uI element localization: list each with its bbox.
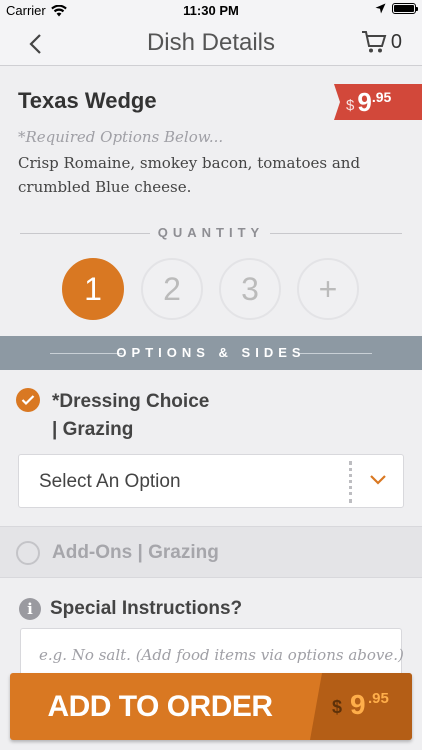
status-bar: Carrier 11:30 PM (0, 0, 422, 22)
order-price: $ 9 .95 (310, 673, 412, 740)
info-icon: i (19, 598, 41, 620)
quantity-option-2[interactable]: 2 (141, 258, 203, 320)
dressing-select[interactable]: Select An Option (18, 454, 404, 508)
quantity-more-button[interactable]: + (297, 258, 359, 320)
dish-name: Texas Wedge (18, 88, 157, 113)
page-title: Dish Details (146, 29, 276, 56)
battery-icon (392, 3, 418, 14)
addons-row[interactable]: Add-Ons | Grazing (0, 526, 422, 578)
order-price-whole: 9 (350, 689, 366, 720)
order-price-cents: .95 (368, 690, 389, 707)
nav-bar: Dish Details 0 (0, 22, 422, 66)
dish-description: Crisp Romaine, smokey bacon, tomatoes an… (18, 154, 361, 196)
quantity-option-1[interactable]: 1 (62, 258, 124, 320)
status-right (375, 3, 418, 14)
dressing-choice-title: *Dressing Choice | Grazing (52, 388, 209, 444)
dressing-title-line2: | Grazing (52, 419, 134, 440)
status-time: 11:30 PM (183, 3, 239, 18)
dressing-title-line1: *Dressing Choice (52, 391, 210, 412)
addons-radio-icon (16, 541, 40, 565)
addons-label: Add-Ons | Grazing (52, 542, 219, 563)
add-to-order-button[interactable]: ADD TO ORDER $ 9 .95 (10, 673, 412, 740)
quantity-option-3[interactable]: 3 (219, 258, 281, 320)
dressing-select-value: Select An Option (39, 471, 181, 492)
options-sides-banner: OPTIONS & SIDES (0, 336, 422, 370)
dressing-checkmark-icon (16, 388, 40, 412)
select-divider (349, 461, 352, 503)
cart-button[interactable]: 0 (361, 30, 402, 54)
banner-divider-right (300, 353, 372, 354)
quantity-divider-right (270, 233, 402, 234)
price-tag: $ 9 .95 (334, 84, 422, 120)
price-currency: $ (346, 97, 355, 114)
order-price-currency: $ (332, 697, 343, 717)
chevron-down-icon (370, 475, 386, 485)
location-arrow-icon (375, 3, 386, 14)
cart-icon (361, 31, 387, 53)
required-note: *Required Options Below... (18, 128, 224, 146)
cart-count: 0 (390, 30, 402, 53)
price-whole: 9 (357, 87, 372, 117)
special-instructions-title: Special Instructions? (50, 598, 243, 619)
add-to-order-label: ADD TO ORDER (47, 690, 273, 723)
special-instructions-placeholder: e.g. No salt. (Add food items via option… (39, 646, 404, 664)
price-cents: .95 (371, 89, 392, 105)
